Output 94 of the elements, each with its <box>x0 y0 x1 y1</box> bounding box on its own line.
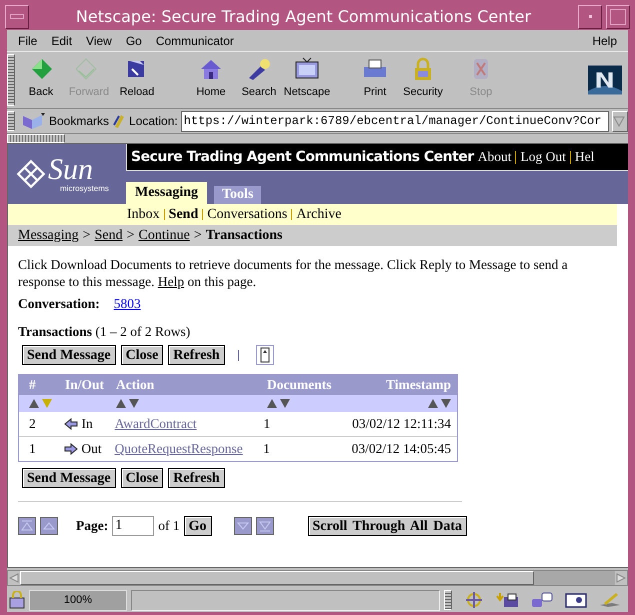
subnav-link[interactable]: Send <box>168 206 198 222</box>
action-button[interactable]: Close <box>120 468 164 488</box>
toolbar-button[interactable]: Security <box>399 53 447 107</box>
scroll-right-button[interactable] <box>615 571 627 585</box>
table-cell: Out <box>81 441 102 457</box>
scroll-left-button[interactable] <box>8 571 20 585</box>
minimize-button[interactable] <box>578 4 602 28</box>
window-title: Netscape: Secure Trading Agent Communications Center <box>74 7 532 26</box>
section-title: Transactions (1 – 2 of 2 Rows) <box>18 324 190 339</box>
table-cell-text: 03/02/12 14:05:45 <box>352 441 452 457</box>
menu-item[interactable]: View <box>79 34 119 48</box>
tab[interactable]: Messaging <box>126 182 207 204</box>
next-page-button[interactable] <box>234 517 252 535</box>
breadcrumb-current: Transactions <box>206 228 282 244</box>
header-link[interactable]: Hel <box>574 149 594 165</box>
chat-icon[interactable] <box>530 591 554 609</box>
conversation-label: Conversation: <box>18 296 100 312</box>
conversation-link[interactable]: 5803 <box>114 296 141 312</box>
menu-item[interactable]: Edit <box>44 34 80 48</box>
bookmarks-button[interactable]: Bookmarks <box>49 114 110 128</box>
component-bar-grip[interactable] <box>444 590 452 610</box>
table-cell-text: 2 <box>28 416 37 432</box>
address-book-icon[interactable] <box>564 591 588 609</box>
help-link[interactable]: Help <box>158 274 184 289</box>
toolbar-button[interactable]: Print <box>351 53 399 107</box>
previous-page-button[interactable] <box>40 517 58 535</box>
sort-arrows[interactable] <box>116 399 139 408</box>
sun-logo-mark-icon <box>16 159 46 189</box>
menu-item[interactable]: File <box>11 34 44 48</box>
last-page-button[interactable] <box>256 517 274 535</box>
action-button[interactable]: Send Message <box>22 468 116 488</box>
action-button[interactable]: Refresh <box>168 345 225 365</box>
logo-wordmark: Sun <box>48 155 93 185</box>
intro-text: Click Download Documents to retrieve documents for the message. Click Reply to Message to send a response to this message. Help on this page. <box>18 256 569 290</box>
menu-item[interactable]: Go <box>118 34 149 48</box>
window-menu-button[interactable] <box>5 4 29 28</box>
breadcrumb-link[interactable]: Continue <box>138 228 190 244</box>
page-field[interactable]: 1 <box>112 516 154 536</box>
toolbar-button[interactable]: Back <box>17 53 65 107</box>
table-cell-text: 03/02/12 12:11:34 <box>352 416 452 432</box>
action-button[interactable]: Close <box>120 345 164 365</box>
table-cell-text: 1 <box>28 441 37 457</box>
sort-descending-icon[interactable] <box>129 399 139 408</box>
table-cell: In <box>81 416 93 432</box>
maximize-button[interactable] <box>606 4 630 28</box>
sort-arrows[interactable] <box>267 399 290 408</box>
toolbar-button[interactable]: Reload <box>113 53 161 107</box>
go-button[interactable]: Go <box>184 516 212 536</box>
breadcrumb-link[interactable]: Messaging <box>18 228 79 244</box>
subnav-link[interactable]: Archive <box>296 206 342 222</box>
table-cell-text: 1 <box>263 441 271 457</box>
toolbar-grip[interactable] <box>7 111 15 131</box>
tv-icon <box>294 57 320 81</box>
horizontal-scrollbar[interactable] <box>7 570 628 586</box>
progress-indicator: 100% <box>29 590 127 610</box>
dropdown-button[interactable] <box>612 110 628 132</box>
first-page-button[interactable] <box>18 517 36 535</box>
page-count: of 1 <box>158 518 180 534</box>
logo-subtitle: microsystems <box>59 185 109 193</box>
toolbar-button[interactable]: Home <box>187 53 235 107</box>
action-link[interactable]: QuoteRequestResponse <box>114 441 243 457</box>
sort-descending-icon[interactable] <box>280 399 290 408</box>
action-link[interactable]: AwardContract <box>114 416 197 432</box>
breadcrumb-separator: > <box>194 228 202 244</box>
scrollbar-thumb[interactable] <box>20 571 534 585</box>
location-label: Location: <box>129 114 178 128</box>
breadcrumb-separator: > <box>126 228 134 244</box>
netscape-logo <box>588 63 622 97</box>
scroll-all-button[interactable]: Scroll Through All Data <box>308 516 468 536</box>
action-button[interactable]: Refresh <box>168 468 225 488</box>
table-cell-text: 1 <box>263 416 272 432</box>
sort-arrows[interactable] <box>428 399 451 408</box>
subnav-link[interactable]: Conversations <box>207 206 288 222</box>
breadcrumb-link[interactable]: Send <box>94 228 123 244</box>
menu-item[interactable]: Communicator <box>148 34 241 48</box>
column-chooser-button[interactable] <box>256 345 274 365</box>
sort-arrows[interactable] <box>29 399 52 408</box>
mail-icon[interactable] <box>496 591 520 609</box>
toolbar-button[interactable]: Search <box>235 53 283 107</box>
action-button[interactable]: Send Message <box>22 345 116 365</box>
subnav-link[interactable]: Inbox <box>127 206 160 222</box>
toolbar-button[interactable]: Netscape <box>283 53 331 107</box>
collapse-tab[interactable] <box>7 134 65 143</box>
app-title: Secure Trading Agent Communications Center <box>130 149 474 165</box>
location-field[interactable]: https://winterpark:6789/ebcentral/manager/ContinueConv?Cor <box>180 110 609 132</box>
padlock-icon[interactable] <box>9 591 25 609</box>
page-label: Page: <box>76 518 108 534</box>
page-proxy-icon[interactable] <box>112 113 126 129</box>
breadcrumb-separator: > <box>82 228 91 244</box>
toolbar-grip[interactable] <box>7 54 15 106</box>
header-link[interactable]: About <box>478 149 512 165</box>
sort-descending-icon[interactable] <box>441 399 451 408</box>
header-link[interactable]: Log Out <box>520 149 566 165</box>
menu-item[interactable]: Help <box>585 34 624 48</box>
